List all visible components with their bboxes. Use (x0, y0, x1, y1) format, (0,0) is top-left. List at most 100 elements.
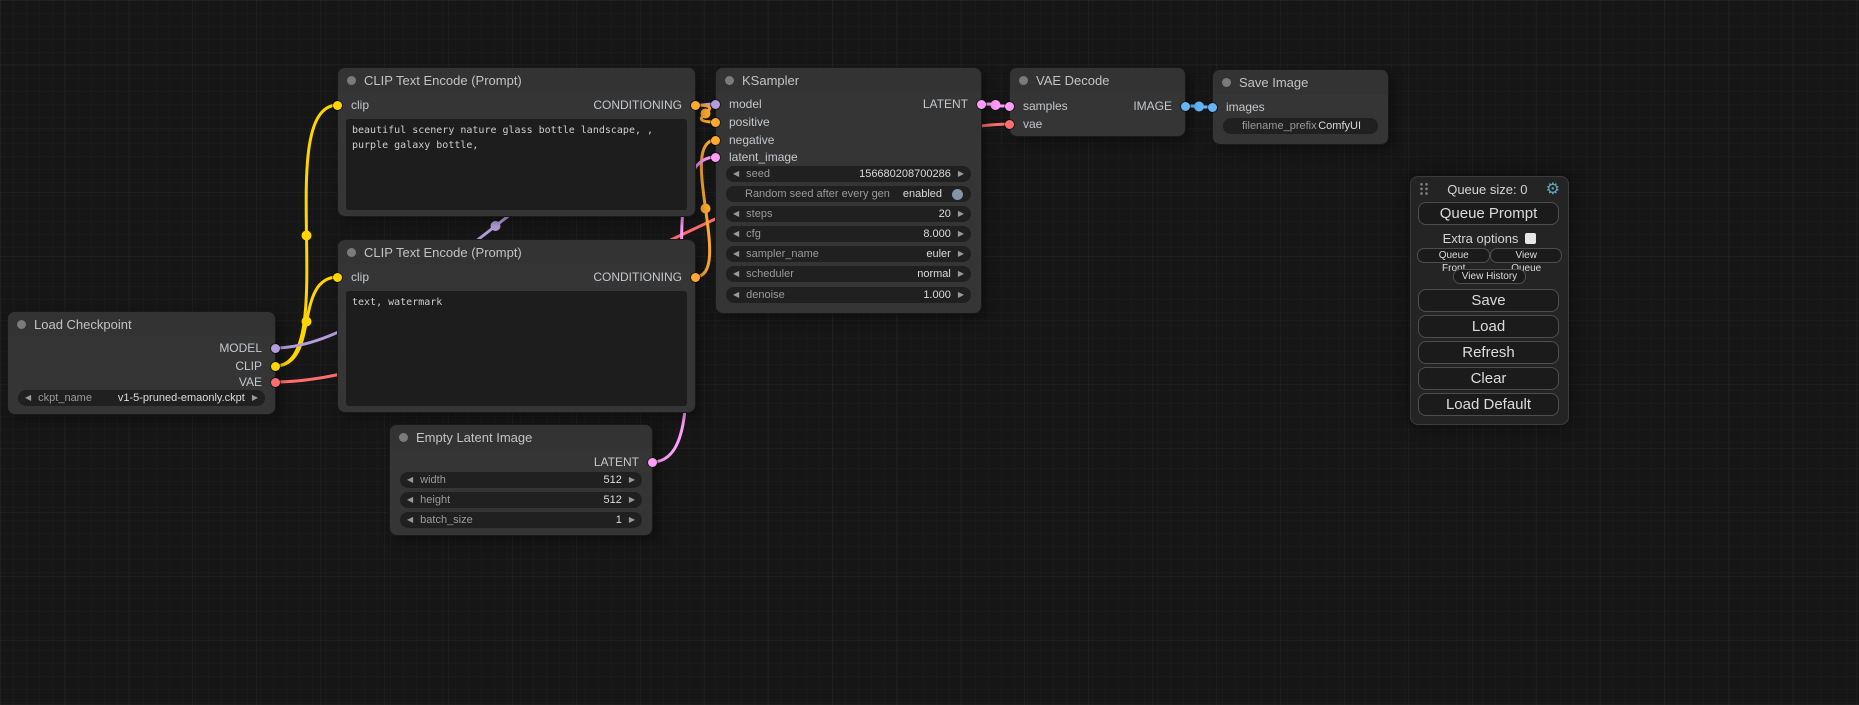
output-slot-model: MODEL (219, 340, 262, 356)
node-title: KSampler (742, 73, 799, 88)
output-slot-dot-conditioning[interactable] (691, 273, 700, 282)
queue-front-button[interactable]: Queue Front (1417, 248, 1490, 263)
increment-arrow-icon[interactable]: ▶ (958, 226, 964, 242)
widget-label: steps (746, 206, 772, 222)
output-slot-dot-conditioning[interactable] (691, 101, 700, 110)
refresh-button[interactable]: Refresh (1418, 341, 1559, 364)
load-default-button[interactable]: Load Default (1418, 393, 1559, 416)
node-title-bar[interactable]: Empty Latent Image (390, 425, 652, 449)
decrement-arrow-icon[interactable]: ◀ (407, 472, 413, 488)
node-title: CLIP Text Encode (Prompt) (364, 73, 522, 88)
output-slot-dot-model[interactable] (271, 344, 280, 353)
widget-label: sampler_name (746, 246, 819, 262)
panel-drag-handle-icon[interactable] (1419, 182, 1429, 196)
input-slot-dot-vae[interactable] (1005, 120, 1014, 129)
node-title: VAE Decode (1036, 73, 1109, 88)
widget-denoise[interactable]: ◀ denoise 1.000 ▶ (726, 287, 971, 303)
decrement-arrow-icon[interactable]: ◀ (407, 512, 413, 528)
widget-steps[interactable]: ◀ steps 20 ▶ (726, 206, 971, 222)
decrement-arrow-icon[interactable]: ◀ (733, 206, 739, 222)
widget-ckpt-name[interactable]: ◀ ckpt_name v1-5-pruned-emaonly.ckpt ▶ (18, 390, 265, 406)
collapse-dot-icon[interactable] (725, 76, 734, 85)
widget-value: 512 (603, 492, 621, 508)
widget-value: 20 (939, 206, 951, 222)
queue-prompt-button[interactable]: Queue Prompt (1418, 202, 1559, 225)
increment-arrow-icon[interactable]: ▶ (958, 206, 964, 222)
prompt-textarea[interactable]: beautiful scenery nature glass bottle la… (346, 119, 687, 210)
prev-value-arrow-icon[interactable]: ◀ (733, 246, 739, 262)
output-slot-dot-image[interactable] (1181, 102, 1190, 111)
prev-value-arrow-icon[interactable]: ◀ (733, 266, 739, 282)
increment-arrow-icon[interactable]: ▶ (629, 512, 635, 528)
widget-control-after-generate[interactable]: Random seed after every gen enabled (726, 186, 971, 202)
widget-label: seed (746, 166, 770, 182)
collapse-dot-icon[interactable] (17, 320, 26, 329)
input-slot-dot-latent-image[interactable] (711, 153, 720, 162)
input-slot-dot-clip[interactable] (333, 101, 342, 110)
decrement-arrow-icon[interactable]: ◀ (733, 226, 739, 242)
widget-label: Random seed after every gen (745, 186, 890, 202)
input-slot-dot-images[interactable] (1208, 103, 1217, 112)
clear-button[interactable]: Clear (1418, 367, 1559, 390)
widget-filename-prefix[interactable]: filename_prefix ComfyUI (1223, 118, 1378, 134)
view-history-button[interactable]: View History (1453, 269, 1526, 284)
input-slot-samples: samples (1023, 98, 1068, 114)
input-slot-vae: vae (1023, 116, 1042, 132)
view-queue-button[interactable]: View Queue (1490, 248, 1562, 263)
widget-width[interactable]: ◀ width 512 ▶ (400, 472, 642, 488)
next-value-arrow-icon[interactable]: ▶ (252, 390, 258, 406)
node-title-bar[interactable]: Load Checkpoint (8, 312, 275, 336)
load-button[interactable]: Load (1418, 315, 1559, 338)
input-slot-dot-model[interactable] (711, 100, 720, 109)
prompt-textarea[interactable]: text, watermark (346, 291, 687, 406)
widget-cfg[interactable]: ◀ cfg 8.000 ▶ (726, 226, 971, 242)
output-slot-latent: LATENT (594, 454, 639, 470)
node-title-bar[interactable]: Save Image (1213, 70, 1388, 94)
toggle-dot-icon[interactable] (952, 189, 963, 200)
decrement-arrow-icon[interactable]: ◀ (733, 166, 739, 182)
collapse-dot-icon[interactable] (1019, 76, 1028, 85)
node-title-bar[interactable]: KSampler (716, 68, 981, 92)
input-slot-dot-positive[interactable] (711, 118, 720, 127)
output-slot-dot-vae[interactable] (271, 378, 280, 387)
input-slot-dot-samples[interactable] (1005, 102, 1014, 111)
node-vae-decode: VAE Decode samples vae IMAGE (1010, 68, 1185, 136)
collapse-dot-icon[interactable] (399, 433, 408, 442)
settings-gear-icon[interactable]: ⚙ (1546, 179, 1560, 199)
widget-sampler-name[interactable]: ◀ sampler_name euler ▶ (726, 246, 971, 262)
increment-arrow-icon[interactable]: ▶ (958, 287, 964, 303)
output-slot-dot-latent[interactable] (977, 100, 986, 109)
widget-seed[interactable]: ◀ seed 156680208700286 ▶ (726, 166, 971, 182)
increment-arrow-icon[interactable]: ▶ (629, 472, 635, 488)
widget-label: height (420, 492, 450, 508)
widget-scheduler[interactable]: ◀ scheduler normal ▶ (726, 266, 971, 282)
increment-arrow-icon[interactable]: ▶ (629, 492, 635, 508)
save-button[interactable]: Save (1418, 289, 1559, 312)
collapse-dot-icon[interactable] (347, 248, 356, 257)
input-slot-dot-negative[interactable] (711, 136, 720, 145)
output-slot-conditioning: CONDITIONING (593, 97, 682, 113)
node-title-bar[interactable]: VAE Decode (1010, 68, 1185, 92)
increment-arrow-icon[interactable]: ▶ (958, 166, 964, 182)
input-slot-dot-clip[interactable] (333, 273, 342, 282)
input-slot-latent-image: latent_image (729, 149, 798, 165)
next-value-arrow-icon[interactable]: ▶ (958, 266, 964, 282)
widget-label: denoise (746, 287, 785, 303)
collapse-dot-icon[interactable] (347, 76, 356, 85)
node-graph-canvas[interactable]: Load Checkpoint MODEL CLIP VAE ◀ ckpt_na… (0, 0, 1859, 705)
decrement-arrow-icon[interactable]: ◀ (733, 287, 739, 303)
output-slot-dot-clip[interactable] (271, 362, 280, 371)
prev-value-arrow-icon[interactable]: ◀ (25, 390, 31, 406)
node-title-bar[interactable]: CLIP Text Encode (Prompt) (338, 68, 695, 92)
queue-panel-header: Queue size: 0 ⚙ (1411, 177, 1568, 201)
node-title-bar[interactable]: CLIP Text Encode (Prompt) (338, 240, 695, 264)
queue-size-label: Queue size: 0 (1429, 182, 1546, 197)
decrement-arrow-icon[interactable]: ◀ (407, 492, 413, 508)
collapse-dot-icon[interactable] (1222, 78, 1231, 87)
next-value-arrow-icon[interactable]: ▶ (958, 246, 964, 262)
widget-height[interactable]: ◀ height 512 ▶ (400, 492, 642, 508)
widget-batch-size[interactable]: ◀ batch_size 1 ▶ (400, 512, 642, 528)
output-slot-dot-latent[interactable] (648, 458, 657, 467)
link-midpoint-dot (1194, 102, 1204, 112)
extra-options-checkbox[interactable] (1525, 233, 1536, 244)
